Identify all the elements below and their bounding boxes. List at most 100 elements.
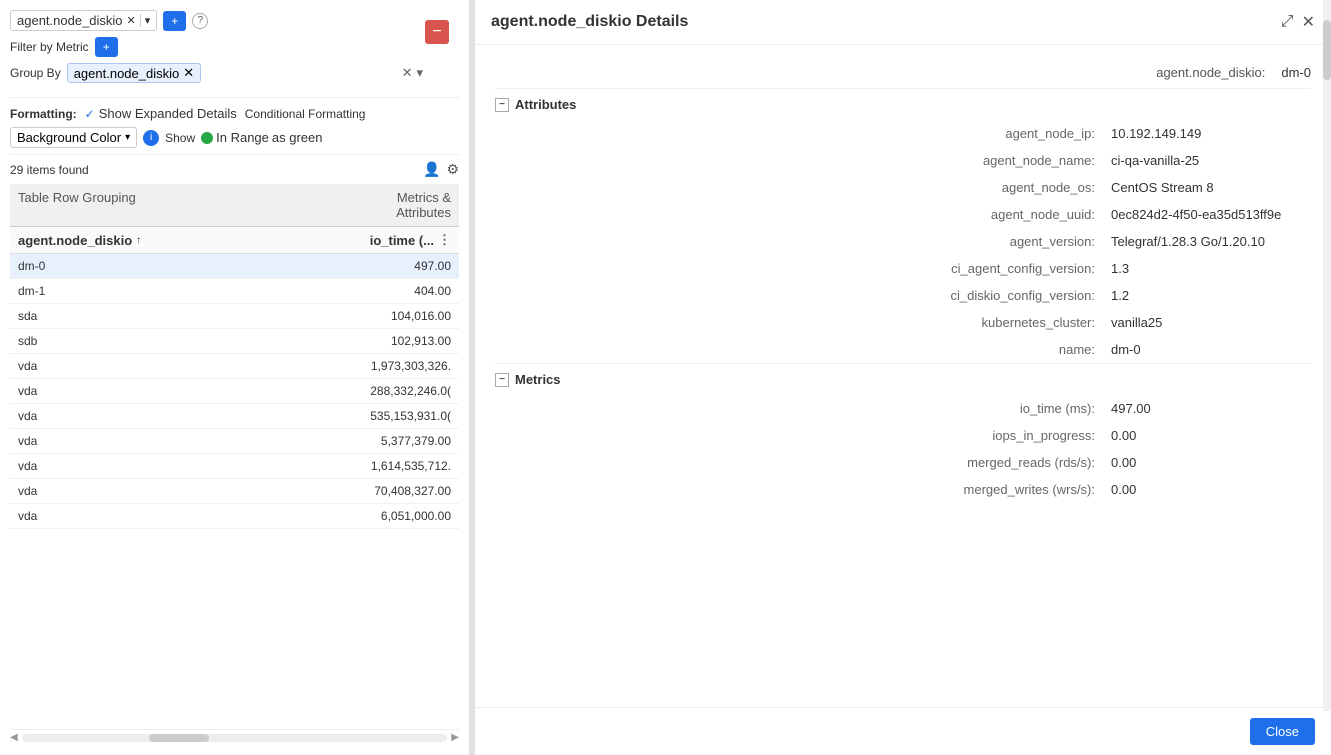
table-row[interactable]: vda 6,051,000.00 — [10, 504, 459, 529]
bg-color-dropdown[interactable]: Background Color ▾ — [10, 127, 137, 148]
table-cell-name: vda — [10, 354, 339, 378]
table-cell-name: vda — [10, 479, 339, 503]
detail-footer: Close — [475, 707, 1331, 755]
group-by-clear-icon[interactable]: ✕ — [402, 65, 413, 81]
detail-main-value: dm-0 — [1281, 65, 1311, 80]
metric-label: iops_in_progress: — [895, 428, 1095, 443]
detail-body: agent.node_diskio: dm-0 − Attributes age… — [475, 45, 1331, 707]
table-cell-name: sda — [10, 304, 339, 328]
attr-label: agent_node_name: — [895, 153, 1095, 168]
table-cell-name: dm-0 — [10, 254, 339, 278]
table-cell-value: 497.00 — [339, 254, 459, 278]
info-icon[interactable]: i — [143, 130, 159, 146]
col-main-label: agent.node_diskio — [18, 233, 132, 248]
table-row[interactable]: sdb 102,913.00 — [10, 329, 459, 354]
col-main-header[interactable]: agent.node_diskio ↑ — [10, 227, 339, 253]
metric-row: iops_in_progress: 0.00 — [495, 422, 1311, 449]
attribute-row: ci_agent_config_version: 1.3 — [495, 255, 1311, 282]
group-by-tag[interactable]: agent.node_diskio ✕ — [67, 63, 201, 83]
group-by-close-icon[interactable]: ✕ — [183, 65, 194, 81]
conditional-format-button[interactable]: Conditional Formatting — [245, 107, 366, 121]
table-cell-value: 1,973,303,326. — [339, 354, 459, 378]
attribute-row: agent_node_uuid: 0ec824d2-4f50-ea35d513f… — [495, 201, 1311, 228]
table-cell-name: vda — [10, 404, 339, 428]
right-scrollbar[interactable] — [1323, 0, 1331, 711]
metric-label: merged_writes (wrs/s): — [895, 482, 1095, 497]
bg-color-row: Background Color ▾ i Show In Range as gr… — [10, 127, 459, 148]
attributes-collapse-icon: − — [495, 98, 509, 112]
metric-value: 0.00 — [1111, 428, 1311, 443]
table-section-header: Table Row Grouping Metrics & Attributes — [10, 184, 459, 227]
table-cell-value: 404.00 — [339, 279, 459, 303]
checkmark-icon: ✓ — [85, 107, 95, 121]
table-cell-name: sdb — [10, 329, 339, 353]
metric-row: merged_reads (rds/s): 0.00 — [495, 449, 1311, 476]
metric-value: 0.00 — [1111, 482, 1311, 497]
attribute-row: kubernetes_cluster: vanilla25 — [495, 309, 1311, 336]
metric-label: merged_reads (rds/s): — [895, 455, 1095, 470]
right-panel: agent.node_diskio Details ⤢ ✕ agent.node… — [475, 0, 1331, 755]
table-row[interactable]: vda 70,408,327.00 — [10, 479, 459, 504]
group-by-value: agent.node_diskio — [74, 66, 180, 81]
metric-row: io_time (ms): 497.00 — [495, 395, 1311, 422]
filter-attribute-close-icon[interactable]: ✕ — [127, 14, 136, 27]
table-row[interactable]: dm-1 404.00 — [10, 279, 459, 304]
attr-label: name: — [895, 342, 1095, 357]
remove-button[interactable]: − — [425, 20, 449, 44]
table-row[interactable]: vda 288,332,246.0( — [10, 379, 459, 404]
table-row[interactable]: sda 104,016.00 — [10, 304, 459, 329]
table-cell-name: vda — [10, 504, 339, 528]
metric-label: io_time (ms): — [895, 401, 1095, 416]
in-range-label: In Range — [216, 130, 269, 145]
horizontal-scrollbar[interactable]: ◀ ▶ — [10, 729, 459, 745]
col-metric-menu-icon[interactable]: ⋮ — [438, 232, 451, 248]
group-by-dropdown-icon[interactable]: ▾ — [416, 65, 423, 81]
filter-attribute-dropdown-icon[interactable]: ▾ — [140, 14, 151, 27]
table-row[interactable]: vda 1,614,535,712. — [10, 454, 459, 479]
scroll-track — [22, 734, 448, 742]
close-button[interactable]: Close — [1250, 718, 1315, 745]
scroll-thumb[interactable] — [149, 734, 209, 742]
attr-value: 1.3 — [1111, 261, 1311, 276]
table-cell-value: 1,614,535,712. — [339, 454, 459, 478]
scroll-right-icon[interactable]: ▶ — [451, 732, 459, 743]
attr-label: kubernetes_cluster: — [895, 315, 1095, 330]
table-cell-name: dm-1 — [10, 279, 339, 303]
filter-attribute-row: agent.node_diskio ✕ ▾ + ? − — [10, 10, 423, 31]
scroll-left-icon[interactable]: ◀ — [10, 732, 18, 743]
formatting-row1: Formatting: ✓ Show Expanded Details Cond… — [10, 106, 459, 121]
attr-value: 1.2 — [1111, 288, 1311, 303]
in-range-badge: In Range as green — [201, 130, 322, 145]
attributes-section-header[interactable]: − Attributes — [495, 88, 1311, 120]
right-scrollbar-thumb[interactable] — [1323, 20, 1331, 80]
attr-label: agent_node_os: — [895, 180, 1095, 195]
items-count: 29 items found — [10, 163, 89, 177]
settings-icon[interactable]: ⚙ — [446, 161, 459, 178]
filter-attribute-value: agent.node_diskio — [17, 13, 123, 28]
col-metric-header[interactable]: io_time (... ⋮ — [339, 227, 459, 253]
metrics-collapse-icon: − — [495, 373, 509, 387]
table-cell-value: 70,408,327.00 — [339, 479, 459, 503]
table-action-icons: 👤 ⚙ — [423, 161, 459, 178]
filter-attribute-add-button[interactable]: + — [163, 11, 186, 31]
table-row[interactable]: dm-0 497.00 — [10, 254, 459, 279]
detail-header-icons: ⤢ ✕ — [1281, 12, 1315, 32]
metric-value: 0.00 — [1111, 455, 1311, 470]
table-cell-value: 104,016.00 — [339, 304, 459, 328]
show-expanded-checkbox[interactable]: ✓ Show Expanded Details — [85, 106, 237, 121]
filter-attribute-tag[interactable]: agent.node_diskio ✕ ▾ — [10, 10, 157, 31]
metrics-section-header[interactable]: − Metrics — [495, 363, 1311, 395]
table-row[interactable]: vda 535,153,931.0( — [10, 404, 459, 429]
table-row[interactable]: vda 1,973,303,326. — [10, 354, 459, 379]
table-row[interactable]: vda 5,377,379.00 — [10, 429, 459, 454]
filter-metric-add-button[interactable]: + — [95, 37, 118, 57]
person-icon[interactable]: 👤 — [423, 161, 440, 178]
expand-icon[interactable]: ⤢ — [1281, 13, 1294, 31]
attr-label: agent_node_uuid: — [895, 207, 1095, 222]
green-dot-icon — [201, 132, 213, 144]
attr-label: ci_diskio_config_version: — [895, 288, 1095, 303]
show-expanded-label: Show Expanded Details — [99, 106, 237, 121]
close-icon[interactable]: ✕ — [1302, 12, 1315, 32]
filter-attribute-help-icon[interactable]: ? — [192, 13, 208, 29]
formatting-section: Formatting: ✓ Show Expanded Details Cond… — [10, 97, 459, 148]
